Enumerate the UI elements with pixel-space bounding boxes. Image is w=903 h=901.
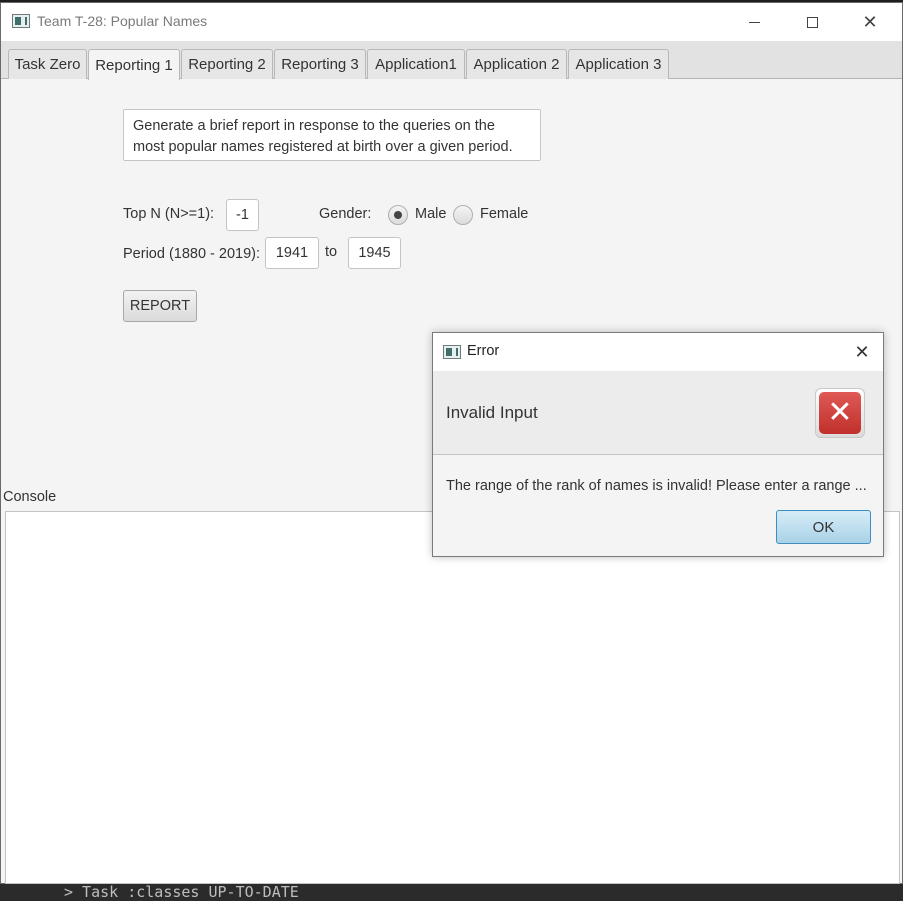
console-label: Console — [3, 489, 57, 505]
title-bar: Team T-28: Popular Names ✕ — [1, 3, 902, 41]
gender-male-label: Male — [415, 206, 447, 222]
ok-button[interactable]: OK — [776, 510, 871, 544]
window-title: Team T-28: Popular Names — [37, 13, 208, 29]
tab-application-3[interactable]: Application 3 — [568, 49, 669, 79]
dialog-title-bar: Error ✕ — [433, 333, 883, 371]
error-icon-frame: ✕ — [815, 388, 865, 438]
gender-female-radio[interactable] — [453, 205, 473, 225]
background-terminal-text: > Task :classes UP-TO-DATE — [64, 883, 299, 901]
report-button[interactable]: REPORT — [123, 290, 197, 322]
tab-bar: Task Zero Reporting 1 Reporting 2 Report… — [1, 41, 902, 80]
tab-application1[interactable]: Application1 — [367, 49, 465, 79]
app-icon — [12, 14, 30, 28]
topn-label: Top N (N>=1): — [123, 206, 215, 222]
period-to-label: to — [325, 244, 338, 260]
dialog-close-button[interactable]: ✕ — [845, 337, 879, 367]
tab-reporting-2[interactable]: Reporting 2 — [181, 49, 273, 79]
description-line-2: most popular names registered at birth o… — [133, 139, 513, 155]
tab-reporting-1[interactable]: Reporting 1 — [88, 49, 180, 80]
dialog-header-text: Invalid Input — [446, 403, 538, 422]
console-output[interactable] — [5, 511, 900, 884]
description-box: Generate a brief report in response to t… — [123, 109, 541, 161]
gender-male-radio[interactable] — [388, 205, 408, 225]
tab-reporting-3[interactable]: Reporting 3 — [274, 49, 366, 79]
period-label: Period (1880 - 2019): — [123, 246, 261, 262]
period-to-input[interactable]: 1945 — [348, 237, 401, 269]
gender-female-label: Female — [480, 206, 529, 222]
close-button[interactable]: ✕ — [847, 3, 893, 41]
error-icon: ✕ — [819, 392, 861, 434]
description-line-1: Generate a brief report in response to t… — [133, 118, 495, 134]
gender-label: Gender: — [319, 206, 372, 222]
close-icon: ✕ — [854, 341, 870, 363]
maximize-icon — [806, 16, 818, 28]
dialog-message: The range of the rank of names is invali… — [446, 478, 867, 494]
period-from-input[interactable]: 1941 — [265, 237, 319, 269]
dialog-title: Error — [467, 343, 500, 359]
close-icon: ✕ — [862, 11, 878, 33]
minimize-icon — [748, 21, 760, 23]
minimize-button[interactable] — [731, 3, 777, 41]
tab-task-zero[interactable]: Task Zero — [8, 49, 87, 79]
radio-selected-dot — [394, 211, 402, 219]
maximize-button[interactable] — [789, 3, 835, 41]
error-dialog: Error ✕ Invalid Input ✕ The range of the… — [432, 332, 884, 557]
topn-input[interactable]: -1 — [226, 199, 259, 231]
tab-application-2[interactable]: Application 2 — [466, 49, 567, 79]
dialog-app-icon — [443, 345, 461, 359]
